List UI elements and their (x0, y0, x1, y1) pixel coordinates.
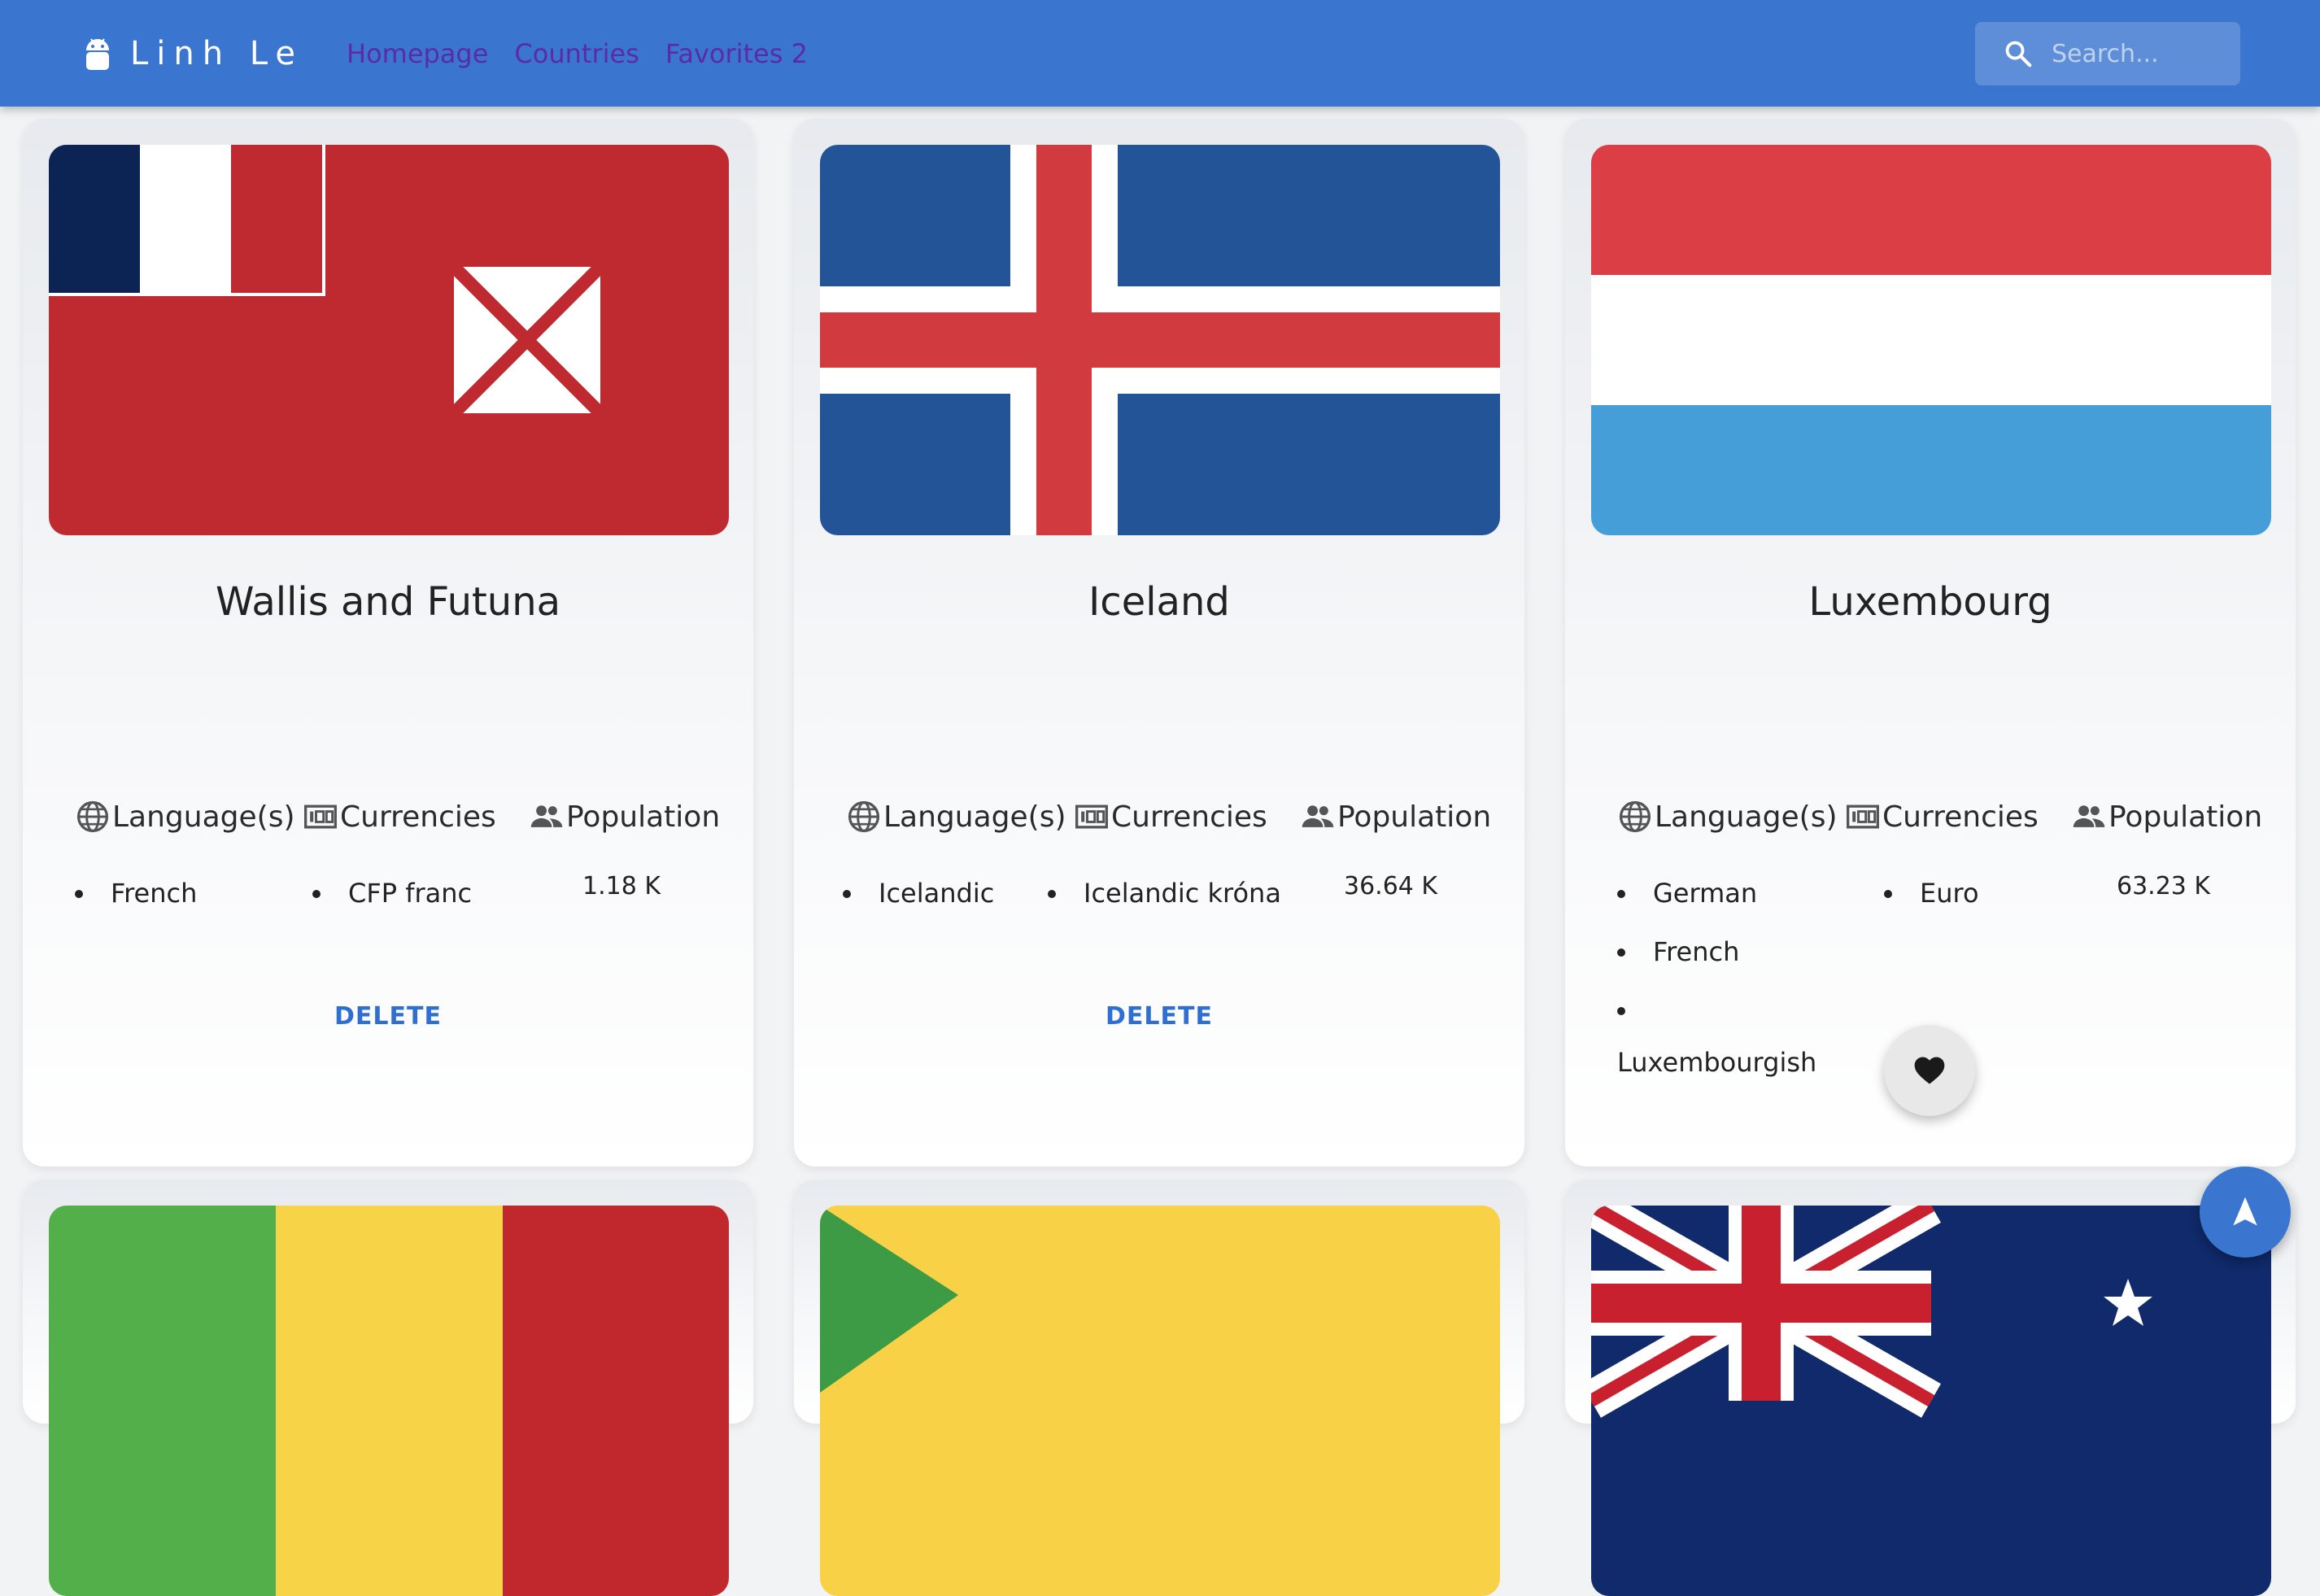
population-heading: Population (2071, 799, 2262, 835)
currencies-heading: Currencies (303, 799, 496, 835)
favorite-button[interactable] (1884, 1025, 1975, 1116)
country-flag (820, 1206, 1500, 1596)
list-item: French (75, 864, 197, 922)
list-item: Icelandic króna (1048, 864, 1281, 922)
scroll-top-button[interactable] (2200, 1166, 2291, 1258)
country-card (1565, 1180, 2296, 1596)
search-input[interactable] (2050, 38, 2240, 69)
main-nav: Homepage Countries Favorites 2 (347, 33, 834, 75)
country-flag (1591, 145, 2271, 535)
country-card (23, 1180, 753, 1596)
languages-heading: Language(s) (1617, 799, 1838, 835)
country-flag (49, 145, 729, 535)
country-card (794, 1180, 1524, 1596)
population-heading: Population (1300, 799, 1491, 835)
list-item: French (1617, 922, 1757, 981)
country-flag (49, 1206, 729, 1596)
country-card: Wallis and Futuna Language(s) Currencies… (23, 119, 753, 1166)
population-heading: Population (529, 799, 720, 835)
list-item: Icelandic (843, 864, 994, 922)
globe-icon (1619, 800, 1651, 833)
population-value: 63.23 K (2117, 872, 2211, 900)
nav-homepage[interactable]: Homepage (347, 38, 488, 69)
list-item: Euro (1884, 864, 1979, 922)
globe-icon (76, 800, 109, 833)
list-item: Luxembourgish (1617, 981, 1816, 1092)
currencies-heading: Currencies (1074, 799, 1267, 835)
search-box[interactable] (1975, 22, 2240, 85)
list-item: German (1617, 864, 1757, 922)
people-icon (2073, 805, 2105, 827)
nav-favorites[interactable]: Favorites 2 (665, 38, 808, 69)
languages-list: German French Luxembourgish (1617, 864, 1816, 1092)
languages-list: French (75, 864, 197, 922)
globe-icon (848, 800, 880, 833)
languages-heading: Language(s) (75, 799, 295, 835)
app-bar: Linh Le Homepage Countries Favorites 2 (0, 0, 2320, 107)
delete-button[interactable]: DELETE (1078, 1002, 1241, 1031)
people-icon (530, 805, 563, 827)
nav-countries[interactable]: Countries (514, 38, 639, 69)
list-item: CFP franc (312, 864, 472, 922)
currencies-list: Icelandic króna (1048, 864, 1281, 922)
people-icon (1302, 805, 1334, 827)
country-card: Iceland Language(s) Currencies Populatio… (794, 119, 1524, 1166)
navigation-arrow-icon (2233, 1197, 2257, 1226)
brand-name: Linh Le (130, 35, 304, 72)
brand[interactable]: Linh Le (83, 29, 303, 78)
delete-button[interactable]: DELETE (307, 1002, 469, 1031)
currencies-heading: Currencies (1845, 799, 2039, 835)
money-icon (1075, 805, 1108, 829)
currencies-list: Euro (1884, 864, 1979, 922)
country-card: Luxembourg Language(s) Currencies Popula… (1565, 119, 2296, 1166)
country-name: Luxembourg (1808, 579, 2052, 625)
country-name: Wallis and Futuna (215, 579, 561, 625)
languages-heading: Language(s) (846, 799, 1066, 835)
currencies-list: CFP franc (312, 864, 472, 922)
country-flag (820, 145, 1500, 535)
heart-icon (1914, 1057, 1945, 1084)
country-flag (1591, 1206, 2271, 1596)
population-value: 36.64 K (1344, 872, 1438, 900)
money-icon (1847, 805, 1879, 829)
money-icon (304, 805, 337, 829)
search-icon (2005, 41, 2032, 68)
languages-list: Icelandic (843, 864, 994, 922)
population-value: 1.18 K (582, 872, 661, 900)
country-name: Iceland (1088, 579, 1230, 625)
android-icon (86, 38, 109, 70)
